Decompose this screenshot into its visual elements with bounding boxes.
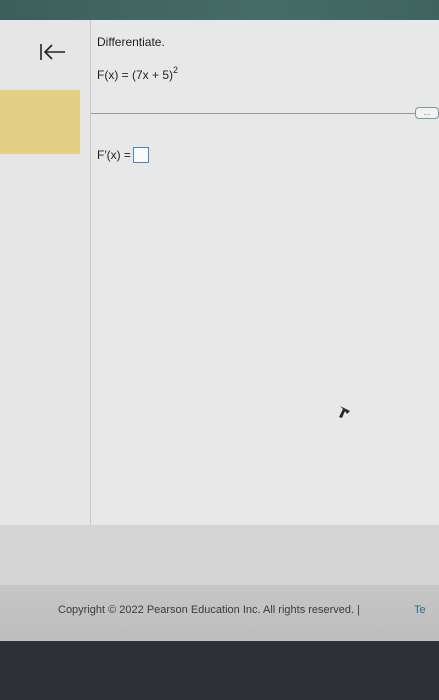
bottom-dark-area: [0, 641, 439, 700]
question-divider: [91, 113, 416, 114]
screen: Differentiate. F(x) = (7x + 5)2 ... F′(x…: [0, 0, 439, 700]
question-instruction: Differentiate.: [97, 35, 165, 49]
question-panel: Differentiate. F(x) = (7x + 5)2 ... F′(x…: [91, 20, 439, 525]
answer-row: F′(x) =: [97, 147, 149, 163]
mouse-pointer-icon: [339, 406, 350, 418]
more-button[interactable]: ...: [415, 107, 439, 119]
terms-link[interactable]: Te: [414, 604, 426, 616]
sidebar-highlight: [0, 90, 80, 154]
answer-label: F′(x) =: [97, 148, 131, 162]
footer-band: [0, 525, 439, 585]
function-definition: F(x) = (7x + 5)2: [97, 65, 179, 83]
answer-input-box[interactable]: [132, 147, 149, 163]
function-expression: F(x) = (7x + 5): [97, 68, 174, 82]
copyright-text: Copyright © 2022 Pearson Education Inc. …: [58, 604, 361, 616]
sidebar: [0, 20, 91, 525]
back-icon[interactable]: [38, 41, 68, 63]
function-exponent: 2: [173, 65, 179, 75]
top-strip: [0, 0, 439, 20]
